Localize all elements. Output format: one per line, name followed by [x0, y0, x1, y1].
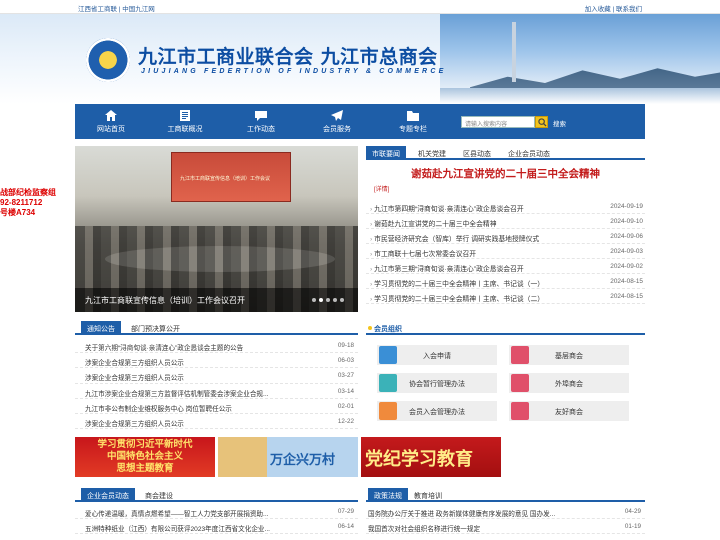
slide-dot[interactable] [312, 298, 316, 302]
list-item[interactable]: 学习贯彻党的二十届三中全会精神丨主席、书记谈（一）2024-08-15 [366, 274, 645, 289]
site-title: 九江市工商业联合会 九江市总商会 [138, 46, 438, 68]
tab-city-news[interactable]: 市联要闻 [366, 146, 406, 160]
nav-member-service[interactable]: 会员服务 [299, 104, 375, 139]
search-link[interactable]: 搜索 [553, 118, 566, 128]
banner-ad-discipline[interactable]: 党纪学习教育 [361, 437, 501, 477]
tab-budget-disclosure[interactable]: 部门预决算公开 [131, 321, 180, 335]
site-banner: 九江市工商业联合会 九江市总商会 JIUJIANG FEDERTION OF I… [0, 14, 720, 104]
top-links-right[interactable]: 加入收藏 | 联系我们 [585, 3, 642, 13]
table-row[interactable]: 九江市涉案企业合规第三方监督评估机制管委会涉案企业合规... 03-14 [75, 384, 358, 399]
table-row[interactable]: 涉案企业合规第三方组织人员公示 03-27 [75, 368, 358, 384]
headline-more-link[interactable]: [详情] [374, 184, 389, 193]
list-item[interactable]: 市民营经济研究会（智库）举行 调研实践基地授牌仪式2024-09-06 [366, 229, 645, 244]
lake-shape [440, 88, 720, 104]
top-bar: 江西省工商联 | 中国九江网 加入收藏 | 联系我们 [0, 0, 720, 14]
slide-dot[interactable] [326, 298, 330, 302]
slide-projection-screen: 九江市工商联宣传信息（培训）工作会议 [171, 152, 291, 202]
slide-dot[interactable] [319, 298, 323, 302]
table-row[interactable]: 九江市非公有制企业维权服务中心 岗位暂聘任公示 02-01 [75, 399, 358, 414]
headline[interactable]: 谢茹赴九江宣讲党的二十届三中全会精神 [366, 166, 645, 181]
tower-shape [512, 22, 516, 82]
table-row[interactable]: 关于第六期“浔商旬谈·亲清连心”政企恳谈会主题的公告 09-18 [75, 338, 358, 354]
slide-dot[interactable] [333, 298, 337, 302]
list-item[interactable]: 谢茹赴九江宣讲党的二十届三中全会精神2024-09-10 [366, 214, 645, 229]
nav-overview[interactable]: 工商联概况 [147, 104, 223, 139]
tab-policy[interactable]: 政策法规 [368, 488, 408, 502]
enterprise-list: 爱心传递温暖，真情点燃希望——智工人力党支部开展捐资助... 07-29 五洲特种… [75, 504, 358, 535]
list-item[interactable]: 五洲特种纸业（江西）有限公司获评2023年度江西省文化企业... 06-14 [75, 519, 358, 535]
list-item[interactable]: 学习贯彻党的二十届三中全会精神丨主席、书记谈（二）2024-08-15 [366, 289, 645, 304]
enterprise-tabs: 企业会员动态 商会建设 [75, 488, 358, 502]
search-icon [538, 118, 547, 127]
member-apply-button[interactable]: 入会申请 [377, 345, 497, 365]
tab-chamber-building[interactable]: 商会建设 [145, 488, 173, 502]
folder-icon [407, 111, 419, 121]
member-rules-button[interactable]: 会员入会管理办法 [377, 401, 497, 421]
chat-icon [255, 111, 267, 121]
news-slideshow[interactable]: 九江市工商联宣传信息（培训）工作会议 九江市工商联宣传信息（培训）工作会议召开 [75, 146, 358, 312]
tab-member-news[interactable]: 企业会员动态 [81, 488, 135, 502]
document-icon [180, 110, 190, 121]
floating-ad[interactable]: 战部纪检监察组 92-8211712 号楼A734 [0, 188, 68, 224]
association-rules-button[interactable]: 协会暂行管理办法 [377, 373, 497, 393]
logo-emblem-icon [86, 38, 130, 82]
tab-enterprise-news[interactable]: 企业会员动态 [508, 146, 550, 160]
search-button[interactable] [535, 116, 548, 128]
search-input[interactable]: 请输入搜索内容 [461, 116, 535, 128]
home-icon [105, 110, 117, 121]
slide-pagination[interactable] [312, 297, 347, 304]
member-org-header: 会员组织 [366, 321, 645, 335]
nav-work-news[interactable]: 工作动态 [223, 104, 299, 139]
bullet-icon [368, 326, 372, 330]
external-chamber-button[interactable]: 外埠商会 [509, 373, 629, 393]
slide-dot[interactable] [340, 298, 344, 302]
list-item[interactable]: 爱心传递温暖，真情点燃希望——智工人力党支部开展捐资助... 07-29 [75, 504, 358, 520]
news-tabs: 市联要闻 机关党建 区县动态 企业会员动态 [366, 146, 645, 160]
tab-notices[interactable]: 通知公告 [81, 321, 121, 335]
list-item[interactable]: 九江市第四期“浔商旬谈·亲清连心”政企恳谈会召开2024-09-19 [366, 199, 645, 214]
list-item[interactable]: 我国首次对社会组织名称进行统一规定 01-19 [366, 519, 645, 535]
tab-training[interactable]: 教育培训 [414, 488, 442, 502]
tab-party-building[interactable]: 机关党建 [418, 146, 446, 160]
friendly-chamber-button[interactable]: 友好商会 [509, 401, 629, 421]
banner-ad-study-thought[interactable]: 学习贯彻习近平新时代 中国特色社会主义 思想主题教育 [75, 437, 215, 477]
list-item[interactable]: 九江市第三期“浔商旬谈·亲清连心”政企恳谈会召开2024-09-02 [366, 259, 645, 274]
notice-list: 关于第六期“浔商旬谈·亲清连心”政企恳谈会主题的公告 09-18 涉案企业合规第三… [75, 338, 358, 430]
table-row[interactable]: 涉案企业合规第三方组织人员公示 06-03 [75, 353, 358, 369]
grassroots-chamber-button[interactable]: 基层商会 [509, 345, 629, 365]
site-title-english: JIUJIANG FEDERTION OF INDUSTRY & COMMERC… [141, 68, 447, 75]
policy-list: 国务院办公厅关于推进 政务新媒体健康有序发展的意见 国办发... 04-29 我国… [366, 504, 645, 535]
list-item[interactable]: 市工商联十七届七次常委会议召开2024-09-03 [366, 244, 645, 259]
send-icon [331, 110, 343, 121]
news-list: 九江市第四期“浔商旬谈·亲清连心”政企恳谈会召开2024-09-19 谢茹赴九江… [366, 199, 645, 304]
banner-ad-villages[interactable]: 万企兴万村 [218, 437, 358, 477]
tab-county-news[interactable]: 区县动态 [463, 146, 491, 160]
list-item[interactable]: 国务院办公厅关于推进 政务新媒体健康有序发展的意见 国办发... 04-29 [366, 504, 645, 520]
nav-special-topics[interactable]: 专题专栏 [375, 104, 451, 139]
nav-home[interactable]: 网站首页 [75, 104, 147, 139]
policy-tabs: 政策法规 教育培训 [366, 488, 645, 502]
top-links-left[interactable]: 江西省工商联 | 中国九江网 [78, 3, 155, 13]
table-row[interactable]: 涉案企业合规第三方组织人员公示 12-22 [75, 414, 358, 430]
notice-tabs: 通知公告 部门预决算公开 [75, 321, 358, 335]
